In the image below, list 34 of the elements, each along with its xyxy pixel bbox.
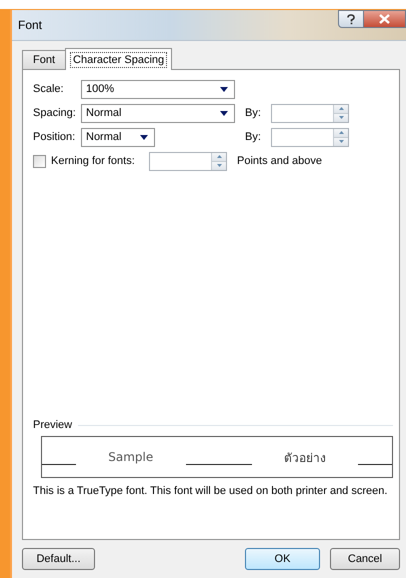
- spin-field[interactable]: [271, 104, 349, 122]
- dialog-button[interactable]: OK: [245, 548, 320, 570]
- units-label: Points and above: [237, 155, 322, 167]
- window-title: Font: [17, 18, 42, 32]
- spin-field[interactable]: [149, 152, 227, 170]
- font-description: This is a TrueType font. This font will be used on both printer and screen.: [33, 485, 388, 497]
- spin-arrows-icon[interactable]: [211, 152, 226, 170]
- close-button[interactable]: [364, 10, 406, 28]
- spin-field[interactable]: [271, 128, 349, 146]
- close-icon: [379, 14, 390, 24]
- checkbox-label: Kerning for fonts:: [51, 155, 136, 167]
- dropdown[interactable]: Normal: [81, 128, 155, 146]
- checkbox[interactable]: [33, 154, 46, 168]
- field-label: Scale:: [33, 83, 65, 95]
- dialog-button[interactable]: Cancel: [330, 548, 400, 570]
- dropdown[interactable]: Normal: [81, 104, 235, 122]
- sample-text: Sample: [108, 450, 154, 464]
- caret-icon: [220, 110, 228, 116]
- tab[interactable]: Font: [22, 50, 66, 69]
- field-label: Spacing:: [33, 107, 77, 119]
- dialog-button[interactable]: Default...: [22, 548, 95, 570]
- field-label: Position:: [33, 131, 76, 143]
- sample-text: ตัวอย่าง: [284, 450, 326, 466]
- tab[interactable]: Character Spacing: [65, 48, 172, 70]
- spin-arrows-icon[interactable]: [333, 128, 348, 146]
- spin-arrows-icon[interactable]: [333, 104, 348, 122]
- field-label: By:: [245, 131, 262, 143]
- caret-icon: [140, 134, 148, 140]
- section-heading: Preview: [33, 419, 72, 431]
- help-button[interactable]: [338, 10, 364, 28]
- help-icon: [346, 14, 356, 24]
- field-label: By:: [245, 107, 262, 119]
- dropdown[interactable]: 100%: [81, 80, 235, 98]
- caret-icon: [220, 86, 228, 92]
